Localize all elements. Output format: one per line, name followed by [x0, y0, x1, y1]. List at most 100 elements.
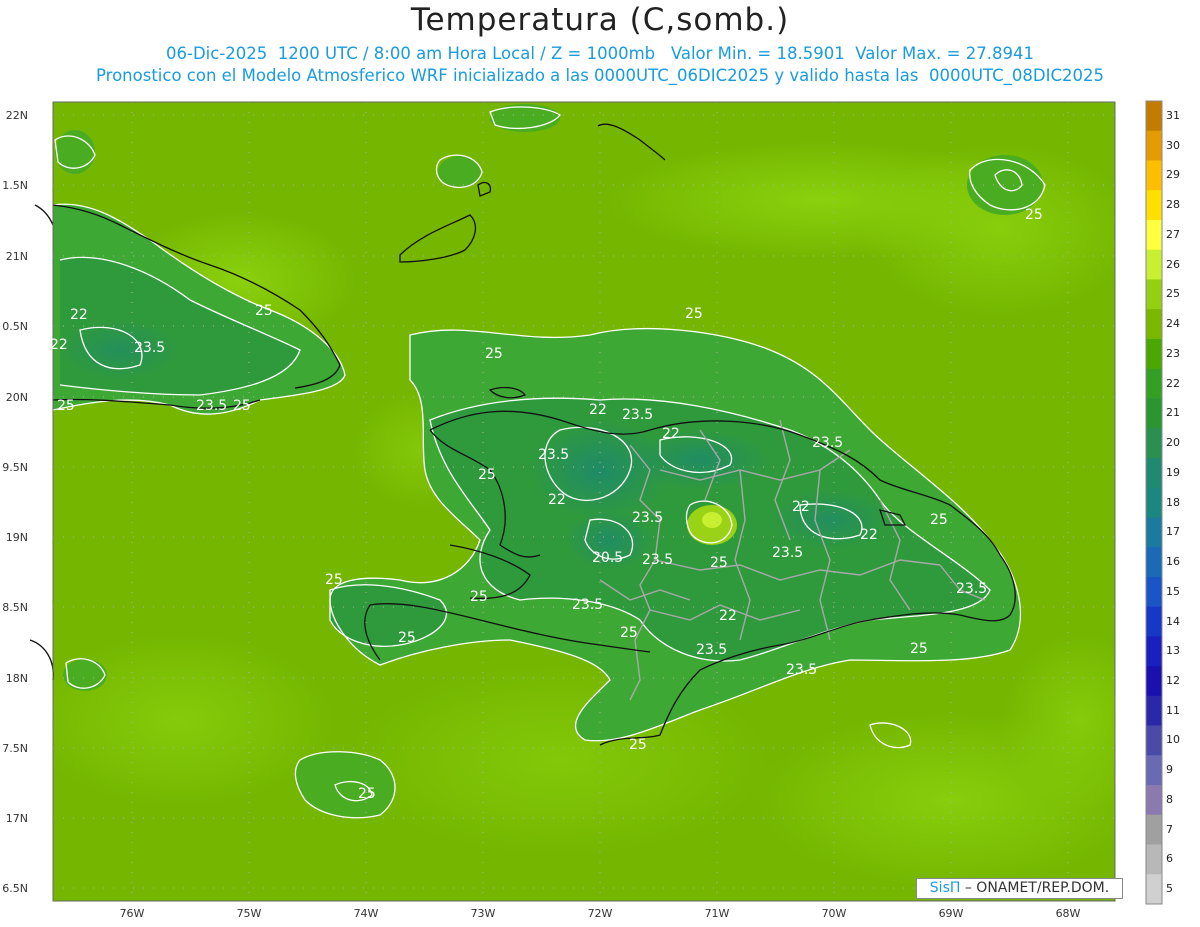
colorbar-label: 22 [1166, 376, 1180, 390]
colorbar-label: 14 [1166, 614, 1180, 628]
colorbar-label: 23 [1166, 346, 1180, 360]
contour-label: 22 [589, 402, 607, 418]
subtitle-model-info: Pronostico con el Modelo Atmosferico WRF… [96, 66, 1104, 85]
contour-label: 23.5 [538, 447, 570, 463]
contour-label: 23.5 [642, 552, 674, 568]
colorbar-label: 10 [1166, 733, 1180, 747]
contour-label: 20.5 [592, 550, 624, 566]
y-tick-label: 19N [5, 531, 28, 544]
colorbar-swatch [1146, 547, 1162, 578]
colorbar-swatch [1146, 219, 1162, 251]
y-tick-label: 17N [5, 812, 28, 825]
y-tick-label: 20N [5, 391, 28, 404]
x-tick-label: 72W [587, 907, 613, 920]
x-tick-label: 71W [704, 907, 730, 920]
colorbar-swatch [1146, 844, 1162, 875]
y-tick-label: 9.5N [2, 461, 28, 474]
contour-label: 25 [325, 572, 343, 588]
x-tick-label: 69W [938, 907, 964, 920]
contour-label: 22 [548, 492, 566, 508]
y-tick-label: 0.5N [2, 320, 28, 333]
colorbar-swatch [1146, 814, 1162, 845]
contour-label: 25 [930, 512, 948, 528]
colorbar-label: 21 [1166, 406, 1180, 420]
colorbar-label: 17 [1166, 525, 1180, 539]
colorbar-label: 13 [1166, 644, 1180, 658]
colorbar-swatch [1146, 368, 1162, 399]
colorbar-swatch [1146, 457, 1162, 489]
colorbar-label: 16 [1166, 555, 1180, 568]
colorbar-label: 29 [1166, 168, 1180, 182]
credit-box: SisΠ – ONAMET/REP.DOM. [916, 878, 1123, 899]
contour-label: 23.5 [696, 642, 728, 658]
contour-label: 25 [470, 589, 488, 605]
colorbar-swatch [1146, 695, 1162, 726]
colorbar-swatch [1146, 517, 1162, 548]
colorbar-label: 12 [1166, 673, 1180, 687]
contour-label: 25 [1025, 207, 1043, 223]
contour-label: 25 [398, 630, 416, 646]
x-tick-label: 74W [353, 907, 379, 920]
colorbar-label: 9 [1166, 763, 1173, 777]
colorbar [1145, 100, 1163, 905]
colorbar-label: 15 [1166, 584, 1180, 598]
colorbar-swatch [1146, 279, 1162, 310]
colorbar-label: 6 [1166, 852, 1173, 866]
y-tick-label: 1.5N [2, 179, 28, 192]
temperature-map [29, 100, 1163, 905]
colorbar-swatch [1146, 636, 1162, 667]
y-tick-label: 8.5N [2, 601, 28, 614]
x-tick-label: 76W [119, 907, 145, 920]
contour-label: 23.5 [572, 597, 604, 613]
contour-label: 25 [620, 625, 638, 641]
contour-label: 23.5 [632, 510, 664, 526]
colorbar-swatch [1146, 101, 1162, 132]
contour-label: 23.5 [134, 340, 166, 356]
contour-label: 25 [233, 398, 251, 414]
y-tick-label: 6.5N [2, 882, 28, 895]
colorbar-label: 26 [1166, 257, 1180, 271]
colorbar-label: 28 [1166, 198, 1180, 212]
y-tick-label: 22N [5, 109, 28, 122]
contour-label: 22 [860, 527, 878, 543]
colorbar-swatch [1146, 309, 1162, 340]
colorbar-swatch [1146, 428, 1162, 459]
contour-label: 25 [478, 467, 496, 483]
contour-label: 22 [719, 608, 737, 624]
colorbar-label: 30 [1166, 138, 1180, 152]
colorbar-label: 27 [1166, 227, 1180, 241]
y-tick-label: 7.5N [2, 742, 28, 755]
colorbar-swatch [1146, 725, 1162, 756]
colorbar-label: 31 [1166, 108, 1180, 122]
colorbar-swatch [1146, 487, 1162, 518]
contour-label: 22 [50, 337, 68, 353]
colorbar-label: 8 [1166, 792, 1173, 806]
contour-label: 25 [685, 306, 703, 322]
colorbar-swatch [1146, 755, 1162, 786]
colorbar-swatch [1146, 338, 1162, 370]
colorbar-label: 24 [1166, 317, 1180, 331]
contour-label: 22 [70, 307, 88, 323]
contour-label: 25 [710, 555, 728, 571]
contour-label: 23.5 [196, 398, 228, 414]
colorbar-swatch [1146, 666, 1162, 697]
x-tick-label: 73W [470, 907, 496, 920]
colorbar-swatch [1146, 160, 1162, 191]
colorbar-label: 7 [1166, 822, 1173, 836]
subtitle-run-info: 06-Dic-2025 1200 UTC / 8:00 am Hora Loca… [166, 44, 1034, 63]
contour-label: 25 [57, 398, 75, 414]
colorbar-swatch [1146, 130, 1162, 161]
contour-label: 22 [662, 426, 680, 442]
colorbar-swatch [1146, 249, 1162, 280]
colorbar-swatch [1146, 874, 1162, 905]
contour-label: 22 [792, 499, 810, 515]
contour-label: 23.5 [956, 581, 988, 597]
colorbar-swatch [1146, 606, 1162, 637]
colorbar-label: 18 [1166, 495, 1180, 509]
contour-label: 23.5 [812, 435, 844, 451]
contour-label: 25 [910, 641, 928, 657]
colorbar-label: 25 [1166, 287, 1180, 301]
colorbar-swatch [1146, 576, 1162, 607]
contour-label: 25 [255, 303, 273, 319]
x-tick-label: 70W [821, 907, 847, 920]
